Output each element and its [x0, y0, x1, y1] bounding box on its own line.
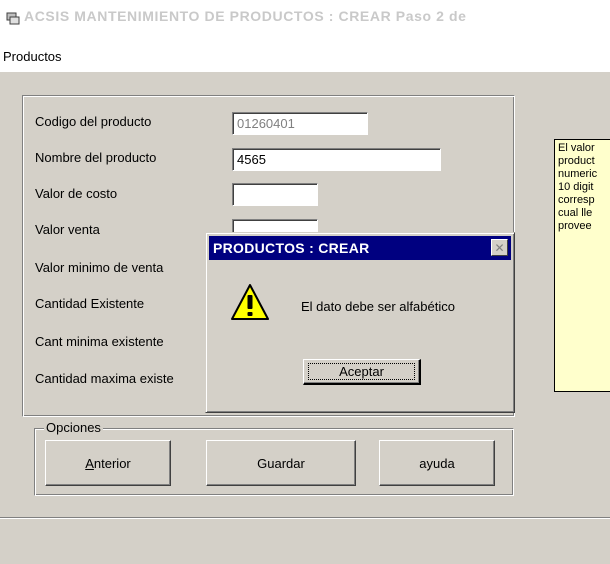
guardar-button[interactable]: Guardar — [206, 440, 356, 486]
help-info-panel: El valor product numeric 10 digit corres… — [554, 139, 610, 392]
dialog-titlebar[interactable]: PRODUCTOS : CREAR ✕ — [209, 236, 511, 260]
status-bar — [0, 517, 610, 564]
info-line: 10 digit — [558, 181, 594, 193]
valor-venta-label: Valor venta — [35, 222, 100, 237]
anterior-label: nterior — [93, 455, 131, 471]
focus-rect — [308, 363, 415, 380]
ayuda-button[interactable]: ayuda — [379, 440, 495, 486]
menu-bar — [0, 32, 610, 72]
cantidad-existente-label: Cantidad Existente — [35, 296, 145, 311]
menu-item-productos[interactable]: Productos — [3, 49, 62, 64]
anterior-accel: A — [85, 455, 94, 471]
valor-costo-field[interactable] — [232, 183, 318, 206]
aceptar-button[interactable]: Aceptar — [303, 359, 421, 385]
app-icon — [6, 12, 20, 25]
codigo-label: Codigo del producto — [35, 114, 152, 129]
valor-costo-label: Valor de costo — [35, 186, 118, 201]
close-icon[interactable]: ✕ — [491, 239, 508, 256]
nombre-label: Nombre del producto — [35, 150, 157, 165]
warning-icon — [231, 284, 269, 320]
options-legend: Opciones — [44, 420, 103, 435]
cant-minima-label: Cant minima existente — [35, 334, 164, 349]
nombre-field[interactable]: 4565 — [232, 148, 441, 171]
codigo-field[interactable]: 01260401 — [232, 112, 368, 135]
dialog-title: PRODUCTOS : CREAR — [213, 240, 370, 256]
cantidad-maxima-label: Cantidad maxima existe — [35, 371, 174, 386]
info-line: numeric — [558, 168, 598, 180]
info-line: cual lle — [558, 207, 593, 219]
anterior-button[interactable]: Anterior — [45, 440, 171, 486]
info-line: provee — [558, 220, 592, 232]
info-line: El valor — [558, 142, 595, 154]
window-title: ACSIS MANTENIMIENTO DE PRODUCTOS : CREAR… — [24, 8, 467, 24]
dialog-message: El dato debe ser alfabético — [301, 299, 455, 314]
info-line: product — [558, 155, 595, 167]
valor-minimo-label: Valor minimo de venta — [35, 260, 164, 275]
info-line: corresp — [558, 194, 595, 206]
alert-dialog: PRODUCTOS : CREAR ✕ El dato debe ser alf… — [205, 232, 515, 413]
